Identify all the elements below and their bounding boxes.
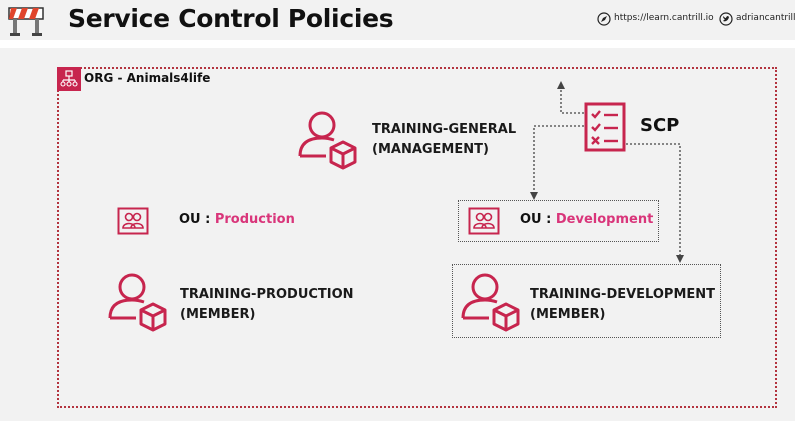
arrow-to-org bbox=[560, 88, 584, 114]
arrowhead-account-development bbox=[676, 255, 684, 263]
scp-connectors bbox=[530, 81, 684, 263]
arrowhead-org bbox=[557, 81, 565, 89]
arrowhead-ou-development bbox=[530, 192, 538, 200]
arrow-to-account-development bbox=[626, 143, 681, 256]
arrow-to-ou-development bbox=[533, 125, 584, 193]
